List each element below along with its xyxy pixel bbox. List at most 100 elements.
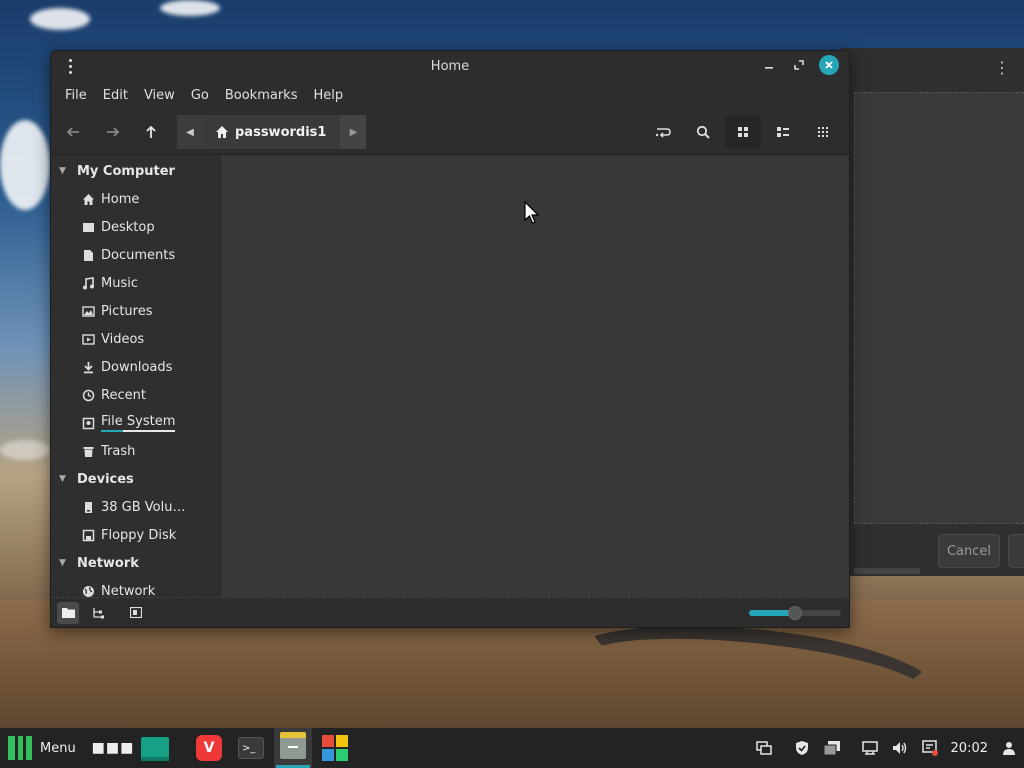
background-action-button[interactable] bbox=[1008, 534, 1024, 568]
sidebar-item-documents[interactable]: Documents bbox=[51, 241, 220, 269]
minimize-icon[interactable] bbox=[759, 55, 779, 75]
network-icon bbox=[81, 584, 95, 598]
background-scrollbar[interactable] bbox=[854, 568, 920, 574]
sidebar-item-videos[interactable]: Videos bbox=[51, 325, 220, 353]
terminal-icon: >_ bbox=[238, 737, 264, 759]
clock[interactable]: 20:02 bbox=[951, 741, 988, 756]
window-menu-icon[interactable] bbox=[63, 55, 77, 77]
taskbar-file-manager[interactable] bbox=[274, 728, 312, 768]
path-scroll-left-button[interactable]: ◀ bbox=[177, 115, 203, 149]
sidebar-item-floppy-disk[interactable]: Floppy Disk bbox=[51, 521, 220, 549]
menu-view[interactable]: View bbox=[138, 88, 181, 103]
up-arrow-icon bbox=[146, 125, 156, 138]
taskbar-software-store[interactable] bbox=[316, 728, 354, 768]
desktop-icon bbox=[81, 220, 95, 234]
sidebar-item-desktop[interactable]: Desktop bbox=[51, 213, 220, 241]
workspace-switcher-icon[interactable] bbox=[755, 741, 773, 755]
filesystem-icon bbox=[81, 416, 95, 430]
places-sidebar: ▼ My Computer Home Desktop Documents Mus… bbox=[51, 155, 221, 599]
sidebar-item-trash[interactable]: Trash bbox=[51, 437, 220, 465]
show-places-button[interactable] bbox=[57, 601, 79, 624]
file-manager-window: Home File Edit View Go Bookmarks Help ◀ … bbox=[50, 50, 850, 628]
home-icon bbox=[81, 192, 95, 206]
taskbar-vivaldi[interactable]: V bbox=[190, 728, 228, 768]
window-title: Home bbox=[430, 58, 470, 74]
list-view-button[interactable] bbox=[765, 115, 801, 149]
background-menu-icon[interactable]: ⋮ bbox=[994, 58, 1010, 77]
documents-icon bbox=[81, 248, 95, 262]
drive-icon bbox=[81, 500, 95, 514]
volume-icon[interactable] bbox=[891, 741, 909, 755]
user-icon[interactable] bbox=[1000, 741, 1018, 755]
updates-notification-icon[interactable] bbox=[921, 740, 939, 756]
sidebar-item-pictures[interactable]: Pictures bbox=[51, 297, 220, 325]
sidebar-item-music[interactable]: Music bbox=[51, 269, 220, 297]
show-treeview-button[interactable] bbox=[87, 602, 109, 624]
close-icon[interactable] bbox=[819, 55, 839, 75]
desktop-icon bbox=[141, 737, 169, 761]
expander-icon: ▼ bbox=[59, 474, 66, 484]
maximize-icon[interactable] bbox=[789, 55, 809, 75]
zoom-slider[interactable] bbox=[749, 606, 841, 620]
toggle-location-button[interactable] bbox=[645, 115, 681, 149]
vivaldi-browser-icon: V bbox=[196, 735, 222, 761]
videos-icon bbox=[81, 332, 95, 346]
manjaro-logo-icon bbox=[8, 736, 32, 760]
sidebar-section-my-computer[interactable]: ▼ My Computer bbox=[51, 157, 220, 185]
menu-bookmarks[interactable]: Bookmarks bbox=[219, 88, 304, 103]
search-icon bbox=[696, 125, 710, 139]
menu-edit[interactable]: Edit bbox=[97, 88, 134, 103]
show-desktop-button[interactable] bbox=[136, 728, 174, 768]
sidebar-item-recent[interactable]: Recent bbox=[51, 381, 220, 409]
compact-view-button[interactable] bbox=[805, 115, 841, 149]
menubar: File Edit View Go Bookmarks Help bbox=[51, 81, 849, 109]
pictures-icon bbox=[81, 304, 95, 318]
music-icon bbox=[81, 276, 95, 290]
mouse-pointer-icon bbox=[524, 201, 540, 224]
menu-file[interactable]: File bbox=[59, 88, 93, 103]
software-store-icon bbox=[322, 735, 348, 761]
back-button[interactable] bbox=[55, 116, 91, 148]
forward-button[interactable] bbox=[95, 116, 131, 148]
path-scroll-right-button[interactable]: ▶ bbox=[340, 115, 367, 149]
start-menu-label: Menu bbox=[40, 740, 76, 756]
back-arrow-icon bbox=[66, 126, 79, 137]
downloads-icon bbox=[81, 360, 95, 374]
file-view-area[interactable] bbox=[221, 155, 849, 599]
recent-icon bbox=[81, 388, 95, 402]
sidebar-item-home[interactable]: Home bbox=[51, 185, 220, 213]
tree-icon bbox=[93, 607, 104, 618]
hide-sidebar-button[interactable] bbox=[125, 602, 147, 624]
path-bar: ◀ passwordis1 ▶ bbox=[177, 115, 367, 149]
search-button[interactable] bbox=[685, 115, 721, 149]
forward-arrow-icon bbox=[107, 126, 120, 137]
titlebar[interactable]: Home bbox=[51, 51, 849, 81]
sidebar-section-network[interactable]: ▼ Network bbox=[51, 549, 220, 577]
floppy-icon bbox=[81, 528, 95, 542]
clipboard-icon[interactable] bbox=[823, 740, 841, 756]
security-shield-icon[interactable] bbox=[793, 740, 811, 756]
zoom-slider-handle[interactable] bbox=[788, 606, 802, 620]
icon-view-button[interactable] bbox=[725, 115, 761, 149]
path-crumb-home[interactable]: passwordis1 bbox=[203, 115, 341, 149]
sidebar-item-volume[interactable]: 38 GB Volu… bbox=[51, 493, 220, 521]
background-dialog-window: ⋮ Cancel bbox=[840, 48, 1024, 576]
start-menu-button[interactable]: Menu bbox=[0, 728, 86, 768]
sidebar-toggle-icon bbox=[130, 607, 142, 618]
compact-view-icon bbox=[818, 127, 828, 137]
background-dialog-content bbox=[854, 92, 1024, 524]
expander-icon: ▼ bbox=[59, 558, 66, 568]
statusbar bbox=[51, 597, 849, 627]
menu-go[interactable]: Go bbox=[185, 88, 215, 103]
network-status-icon[interactable] bbox=[861, 741, 879, 755]
trash-icon bbox=[81, 444, 95, 458]
up-button[interactable] bbox=[133, 116, 169, 148]
sidebar-item-downloads[interactable]: Downloads bbox=[51, 353, 220, 381]
sidebar-section-devices[interactable]: ▼ Devices bbox=[51, 465, 220, 493]
app-launcher-button[interactable]: ■■■ bbox=[92, 728, 134, 768]
sidebar-item-file-system[interactable]: File System bbox=[51, 409, 220, 437]
location-toggle-icon bbox=[655, 128, 671, 138]
menu-help[interactable]: Help bbox=[307, 88, 349, 103]
cancel-button[interactable]: Cancel bbox=[938, 534, 1000, 568]
taskbar-terminal[interactable]: >_ bbox=[232, 728, 270, 768]
